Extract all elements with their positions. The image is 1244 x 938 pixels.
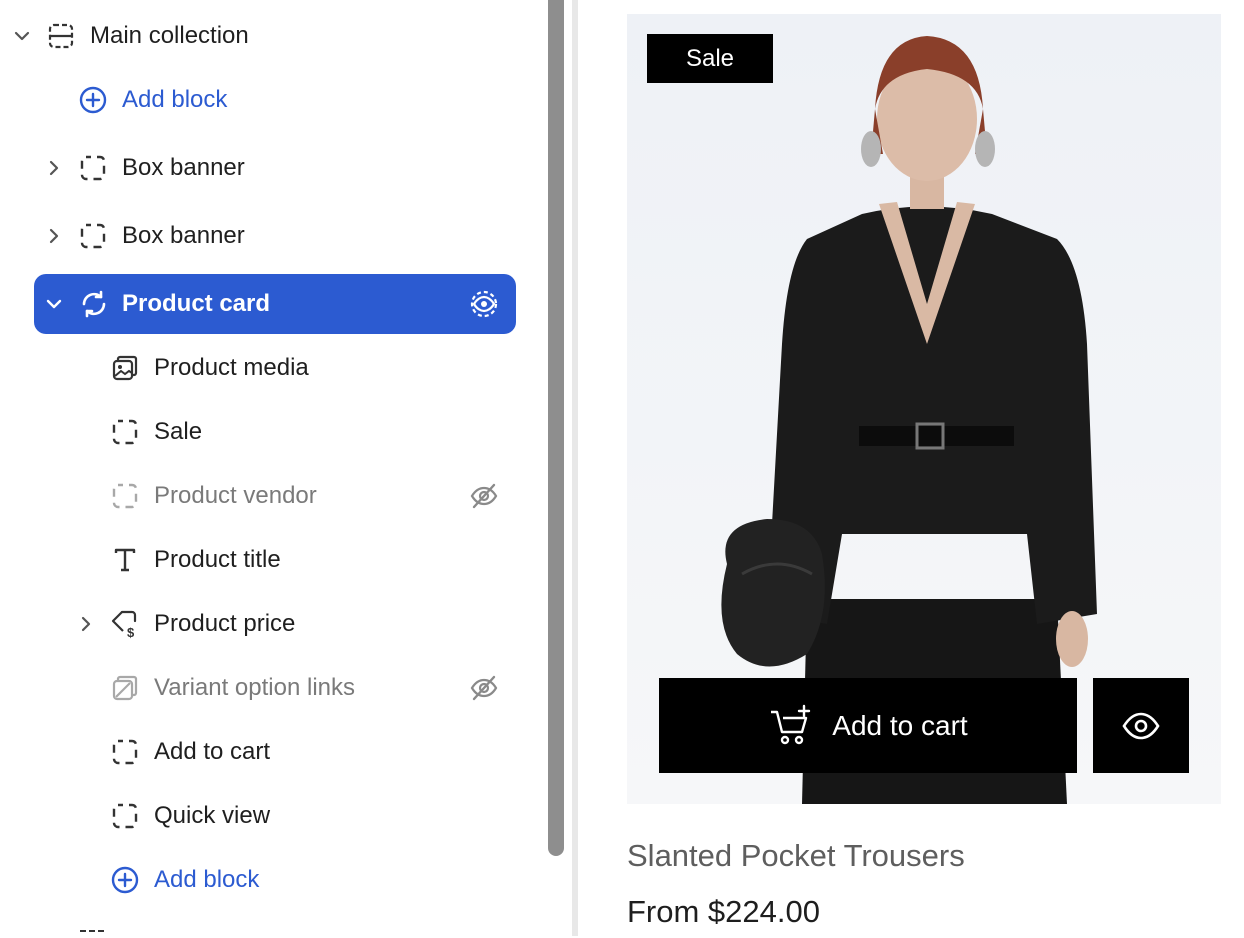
tree-item-sale[interactable]: Sale <box>110 412 202 452</box>
tree-item-label: Main collection <box>90 22 249 49</box>
chevron-right-icon[interactable] <box>42 224 66 248</box>
tree-item-product-vendor[interactable]: Product vendor <box>110 476 317 516</box>
add-block-button[interactable]: Add block <box>78 80 227 120</box>
tree-item-label: Product title <box>154 546 281 573</box>
plus-circle-icon <box>110 865 140 895</box>
tree-item-quick-view[interactable]: Quick view <box>110 796 270 836</box>
preview-pane: Sale Add to cart Slanted Pocket Trousers… <box>578 0 1244 936</box>
tree-item-label: Box banner <box>122 154 245 181</box>
add-block-label: Add block <box>122 86 228 113</box>
block-icon <box>80 930 104 938</box>
tree-item-label: Product card <box>122 290 271 317</box>
tree-item-label: Sale <box>154 418 203 445</box>
tree-item-label: Product vendor <box>154 482 317 509</box>
tree-item-product-title[interactable]: Product title <box>110 540 281 580</box>
tree-item-label: Product price <box>154 610 296 637</box>
chevron-right-icon[interactable] <box>42 156 66 180</box>
chevron-right-icon[interactable] <box>74 612 98 636</box>
block-icon <box>110 801 140 831</box>
tree-item-label: Quick view <box>154 802 271 829</box>
cart-plus-icon <box>768 704 812 748</box>
scrollbar-thumb[interactable] <box>548 0 564 856</box>
image-stack-icon <box>110 353 140 383</box>
tree-item-box-banner[interactable]: Box banner <box>78 148 245 188</box>
eye-off-icon[interactable] <box>468 672 500 704</box>
chevron-down-icon[interactable] <box>42 292 66 316</box>
eye-off-icon[interactable] <box>468 480 500 512</box>
block-icon <box>110 417 140 447</box>
plus-circle-icon <box>78 85 108 115</box>
product-image[interactable]: Sale Add to cart <box>627 14 1221 804</box>
section-icon <box>46 21 76 51</box>
add-to-cart-label: Add to cart <box>832 709 968 741</box>
tree-item-label: Box banner <box>122 222 245 249</box>
product-price: From $224.00 <box>627 894 820 929</box>
tree-item-label: Add to cart <box>154 738 271 765</box>
block-icon <box>78 221 108 251</box>
variant-icon <box>110 673 140 703</box>
tree-item-product-price[interactable]: $ Product price <box>110 604 295 644</box>
quick-view-button[interactable] <box>1093 678 1189 773</box>
block-icon <box>110 481 140 511</box>
add-to-cart-button[interactable]: Add to cart <box>659 678 1077 773</box>
add-block-label: Add block <box>154 866 260 893</box>
tree-item-add-to-cart[interactable]: Add to cart <box>110 732 270 772</box>
tree-item-label: Variant option links <box>154 674 355 701</box>
eye-icon[interactable] <box>468 288 500 320</box>
refresh-icon <box>78 288 110 320</box>
sale-badge: Sale <box>647 34 773 83</box>
eye-icon <box>1121 706 1161 746</box>
block-icon <box>110 737 140 767</box>
tree-item-box-banner[interactable]: Box banner <box>78 216 245 256</box>
block-icon <box>78 153 108 183</box>
tree-item-main-collection[interactable]: Main collection <box>46 16 249 56</box>
tree-item-product-card[interactable]: Product card <box>78 284 270 324</box>
tree-item-variant-option-links[interactable]: Variant option links <box>110 668 355 708</box>
add-block-button[interactable]: Add block <box>110 860 259 900</box>
price-tag-icon: $ <box>110 609 140 639</box>
tree-item-product-media[interactable]: Product media <box>110 348 309 388</box>
sidebar: Main collection Add block Box banner Box… <box>0 0 572 936</box>
svg-text:$: $ <box>127 625 135 639</box>
chevron-down-icon[interactable] <box>10 24 34 48</box>
tree-item-label: Product media <box>154 354 309 381</box>
product-title[interactable]: Slanted Pocket Trousers <box>627 838 965 874</box>
text-icon <box>110 545 140 575</box>
